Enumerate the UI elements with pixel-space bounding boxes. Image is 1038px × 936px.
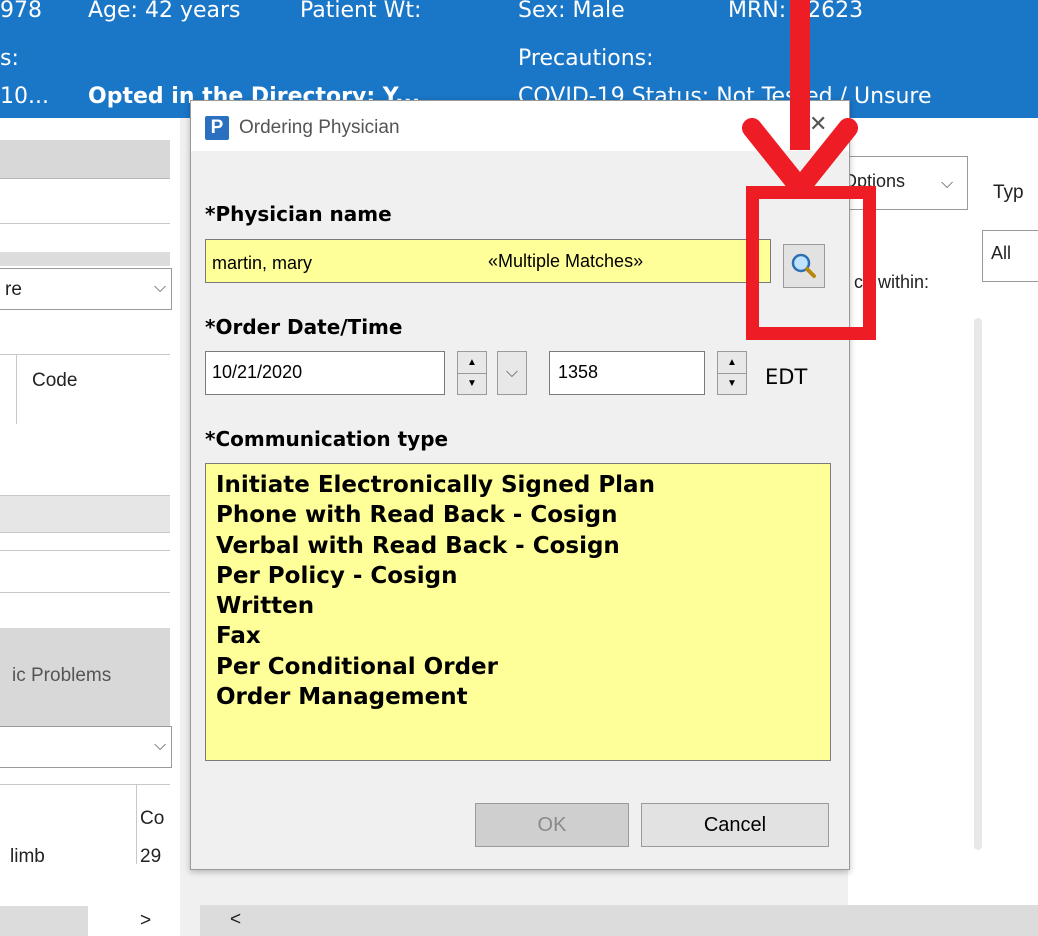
order-date-field[interactable]: 10/21/2020 [205,351,445,395]
divider [0,784,170,785]
order-date-value: 10/21/2020 [212,362,303,382]
vertical-scrollbar[interactable] [974,318,982,850]
communication-type-label: *Communication type [205,427,449,451]
multiple-matches-indicator: «Multiple Matches» [488,251,644,271]
list-item[interactable]: Written [216,591,820,621]
list-item[interactable]: Initiate Electronically Signed Plan [216,470,820,500]
spin-up-icon[interactable]: ▲ [458,352,486,374]
spin-up-icon[interactable]: ▲ [718,352,746,374]
left-scrollbar-thumb[interactable] [0,906,88,936]
ok-button[interactable]: OK [475,803,629,847]
left-filter-value: re [5,279,22,300]
left-panel-header [0,140,170,179]
order-time-value: 1358 [558,362,599,382]
physician-name-label: *Physician name [205,202,392,226]
chevron-down-icon: ⌵ [154,279,167,296]
cancel-button[interactable]: Cancel [641,803,829,847]
search-within-combo[interactable]: All [982,230,1038,282]
order-datetime-label: *Order Date/Time [205,315,403,339]
spin-down-icon[interactable]: ▼ [458,373,486,394]
communication-type-list[interactable]: Initiate Electronically Signed Plan Phon… [205,463,831,761]
table-col-header: Co [140,808,165,829]
table-row: limb [10,846,45,867]
banner-patient-wt: Patient Wt: [300,0,422,23]
date-spinner[interactable]: ▲ ▼ [457,351,487,395]
divider [0,592,170,593]
list-item[interactable]: Order Management [216,682,820,712]
spin-down-icon[interactable]: ▼ [718,373,746,394]
banner-row3-fragment: 10... [0,84,49,109]
divider [0,223,170,224]
scroll-right-icon[interactable]: > [140,910,151,932]
problems-tab-label: ic Problems [12,665,112,686]
divider [0,354,170,355]
time-spinner[interactable]: ▲ ▼ [717,351,747,395]
scroll-left-icon[interactable]: < [230,909,241,931]
banner-sex: Sex: Male [518,0,625,23]
table-cell: 29 [140,846,162,867]
chevron-down-icon: ⌵ [154,737,167,754]
column-separator [136,784,137,864]
physician-name-field[interactable]: martin, mary «Multiple Matches» [205,239,771,283]
list-item[interactable]: Per Policy - Cosign [216,561,820,591]
problems-tab[interactable]: ic Problems [0,628,170,728]
annotation-highlight-box [746,186,876,340]
left-filter-combo-2[interactable]: ⌵ [0,726,172,768]
list-item[interactable]: Phone with Read Back - Cosign [216,500,820,530]
left-panel-strip [0,252,170,266]
background-left-panel: re ⌵ Code ic Problems ⌵ Co limb 29 > [0,118,180,936]
chevron-down-icon: ⌵ [941,175,954,192]
left-scrollbar-1[interactable] [0,495,170,533]
physician-name-value: martin, mary [212,253,313,273]
search-within-value: All [991,243,1012,263]
horizontal-scrollbar[interactable]: < [200,905,1038,936]
column-separator [16,354,17,424]
list-item[interactable]: Per Conditional Order [216,652,820,682]
chevron-down-icon: ⌵ [505,364,519,381]
background-right-panel: Options ⌵ Typ ch within: All [838,118,1038,936]
list-item[interactable]: Verbal with Read Back - Cosign [216,531,820,561]
banner-id-fragment: 978 [0,0,42,23]
order-time-field[interactable]: 1358 [549,351,705,395]
app-p-icon: P [205,116,229,140]
banner-row2-fragment: s: [0,46,19,71]
divider [0,550,170,551]
code-column-header: Code [32,370,78,391]
list-item[interactable]: Fax [216,621,820,651]
banner-age: Age: 42 years [88,0,241,23]
timezone-label: EDT [765,365,808,389]
red-arrow-icon [742,0,858,198]
date-dropdown-button[interactable]: ⌵ [497,351,527,395]
banner-precautions: Precautions: [518,46,654,71]
type-label: Typ [993,182,1024,203]
left-filter-combo[interactable]: re ⌵ [0,268,172,310]
dialog-title: Ordering Physician [239,117,400,138]
